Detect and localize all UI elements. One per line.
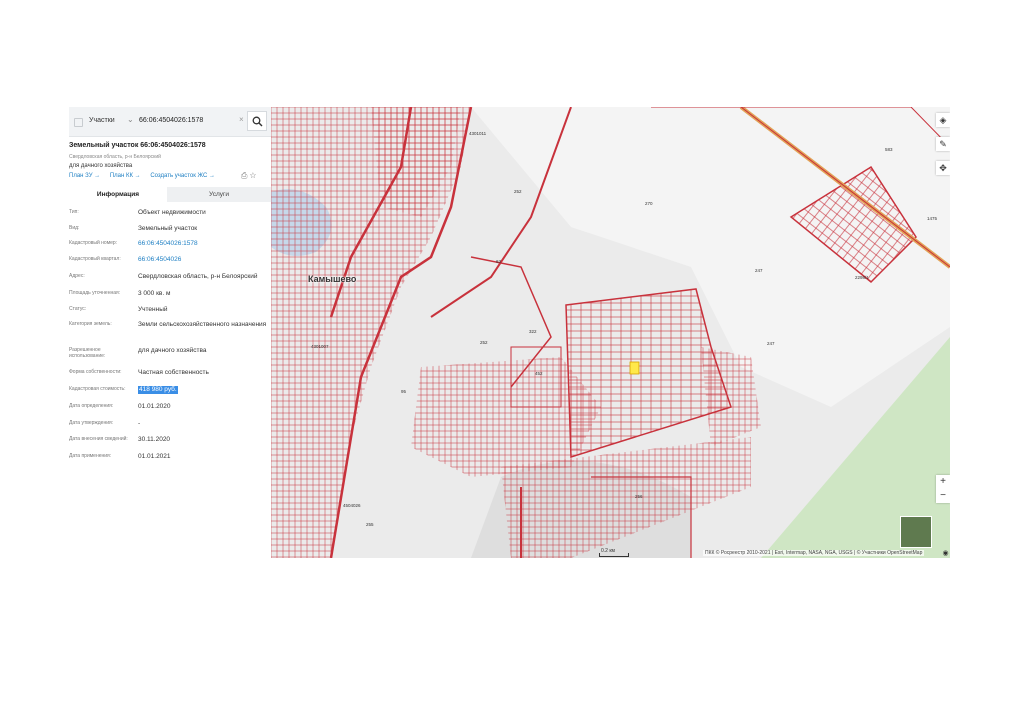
search-icon	[252, 116, 263, 127]
row-value: Учтенный	[138, 306, 168, 313]
layers-icon[interactable]: ◈	[936, 113, 950, 127]
basemap-thumbnail[interactable]	[900, 516, 932, 548]
row-key: Кадастровая стоимость:	[69, 386, 126, 392]
search-input[interactable]: 66:06:4504026:1578	[139, 117, 203, 124]
row-value: 01.01.2021	[138, 453, 171, 460]
row-key: Площадь уточненная:	[69, 290, 121, 296]
cadastral-value-selected[interactable]: 418 980 руб.	[138, 386, 178, 394]
row-key: Форма собственности:	[69, 369, 122, 375]
row-key: Категория земель:	[69, 321, 112, 327]
cadastral-map[interactable]: Камышево 252 270 247 247 583 1475 2298/1…	[271, 107, 950, 558]
row-key: Адрес:	[69, 273, 85, 279]
map-label: 247	[767, 341, 775, 346]
parcel-use: для дачного хозяйства	[69, 163, 133, 169]
create-parcel-link[interactable]: Создать участок ЖС →	[150, 173, 215, 179]
row-value: 01.01.2020	[138, 403, 171, 410]
search-button[interactable]	[247, 111, 267, 131]
map-label: 4301007	[311, 344, 329, 349]
map-label: 2298/1	[855, 275, 869, 280]
row-key: Разрешенное использование:	[69, 347, 106, 359]
zoom-out-button[interactable]: −	[936, 489, 950, 503]
row-value: -	[138, 420, 141, 427]
map-canvas[interactable]	[271, 107, 950, 558]
row-value: 30.11.2020	[138, 436, 171, 443]
chevron-down-icon[interactable]: ⌄	[127, 115, 134, 124]
row-value: Земельный участок	[138, 225, 198, 232]
row-value: Частная собственность	[138, 369, 209, 376]
row-key: Дата применения:	[69, 453, 112, 459]
row-key: Дата определения:	[69, 403, 114, 409]
selected-parcel[interactable]	[629, 361, 640, 375]
info-panel: Участки ⌄ 66:06:4504026:1578 × Земельный…	[69, 107, 271, 558]
row-value: 3 000 кв. м	[138, 290, 171, 297]
map-label: 1475	[927, 216, 938, 221]
row-value: Объект недвижимости	[138, 209, 206, 216]
panel-actions: ⎙ ☆	[241, 171, 256, 181]
search-type-select[interactable]: Участки	[89, 117, 115, 124]
town-label: Камышево	[308, 274, 357, 284]
row-value: Свердловская область, р-н Белоярский	[138, 273, 258, 280]
star-icon[interactable]: ☆	[250, 171, 257, 180]
map-label: 452	[535, 371, 543, 376]
row-key: Статус:	[69, 306, 87, 312]
map-label: 247	[755, 268, 763, 273]
print-icon[interactable]: ⎙	[241, 171, 247, 180]
plan-zu-link[interactable]: План ЗУ →	[69, 173, 100, 179]
map-label: 252	[480, 340, 488, 345]
zoom-in-button[interactable]: +	[936, 475, 950, 489]
map-label: 4301011	[469, 131, 487, 136]
row-value: Земли сельскохозяйственного назначения	[138, 321, 267, 328]
plan-kk-link[interactable]: План КК →	[110, 173, 141, 179]
map-label: 322	[529, 329, 537, 334]
navigate-icon[interactable]: ✥	[936, 161, 950, 175]
row-key: Дата утверждения:	[69, 420, 114, 426]
map-label: 256	[635, 494, 643, 499]
map-label: 4504026	[343, 503, 361, 508]
row-key: Вид:	[69, 225, 80, 231]
clear-icon[interactable]: ×	[239, 115, 244, 124]
measure-icon[interactable]: ✎	[936, 137, 950, 151]
scale-bar	[599, 553, 629, 557]
search-bar: Участки ⌄ 66:06:4504026:1578 ×	[69, 107, 271, 137]
map-label: 270	[645, 201, 653, 206]
map-label: 255	[366, 522, 374, 527]
parcel-title: Земельный участок 66:06:4504026:1578	[69, 142, 206, 149]
row-key: Тип:	[69, 209, 79, 215]
map-attribution: ПКК © Росреестр 2010-2021 | Esri, Interm…	[703, 550, 925, 556]
locate-icon[interactable]: ◉	[941, 549, 950, 558]
row-key: Дата внесения сведений:	[69, 436, 128, 442]
cadastral-quarter-link[interactable]: 66:06:4504026	[138, 256, 268, 264]
row-key: Кадастровый квартал:	[69, 256, 121, 262]
zoom-control: + −	[936, 475, 950, 503]
menu-icon[interactable]	[74, 118, 83, 127]
map-label: 583	[885, 147, 893, 152]
map-label: 95	[401, 389, 407, 394]
parcel-address: Свердловская область, р-н Белоярский	[69, 154, 161, 160]
map-label: 252	[514, 189, 522, 194]
app-screen: Участки ⌄ 66:06:4504026:1578 × Земельный…	[69, 107, 950, 558]
tab-information[interactable]: Информация	[69, 187, 167, 203]
parcel-links: План ЗУ → План КК → Создать участок ЖС →	[69, 173, 223, 179]
row-value: для дачного хозяйства	[138, 347, 207, 354]
row-key: Кадастровый номер:	[69, 240, 118, 246]
tab-services[interactable]: Услуги	[167, 187, 271, 202]
cadastral-number-link[interactable]: 66:06:4504026:1578	[138, 240, 268, 248]
map-label: 63	[496, 259, 502, 264]
tab-bar: Информация Услуги	[69, 187, 271, 203]
